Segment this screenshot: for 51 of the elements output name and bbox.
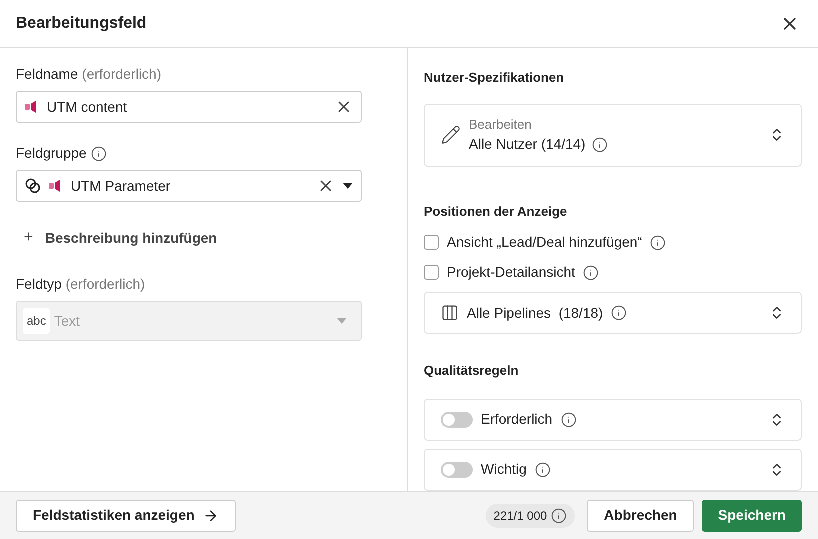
pipeline-select[interactable]: Alle Pipelines (18/18) [424, 292, 802, 334]
permission-select[interactable]: Bearbeiten Alle Nutzer (14/14) [424, 104, 802, 166]
field-label: Feldgruppe [16, 144, 87, 163]
info-icon [611, 305, 628, 321]
info-icon [650, 234, 666, 250]
info-icon [534, 462, 551, 478]
save-button[interactable]: Speichern [702, 500, 802, 532]
cancel-button[interactable]: Abbrechen [587, 500, 694, 532]
section-heading: Positionen der Anzeige [424, 202, 568, 221]
field-name-input[interactable]: UTM content [16, 91, 362, 123]
pencil-icon [441, 125, 461, 145]
select-value: Alle Pipelines (18/18) [467, 304, 604, 323]
rule-label: Erforderlich [481, 410, 553, 429]
info-icon [90, 146, 107, 162]
section-heading: Qualitätsregeln [424, 362, 520, 380]
rule-row[interactable]: Erforderlich [424, 398, 802, 440]
field-label: Feldname [16, 66, 78, 82]
type-badge: abc [23, 308, 50, 334]
info-icon [592, 136, 608, 153]
select-caption: Bearbeiten [469, 116, 533, 134]
info-icon [551, 508, 568, 524]
caret-icon [343, 183, 353, 189]
select-value: Alle Nutzer (14/14) [469, 135, 586, 154]
field-group-select[interactable]: UTM Parameter [16, 170, 362, 202]
required-hint: (erforderlich) [66, 276, 146, 292]
info-icon [583, 264, 600, 280]
toggle-switch[interactable] [441, 412, 473, 428]
window-title: Bearbeitungsfeld [16, 14, 147, 34]
checkbox-label: Projekt-Detailansicht [447, 263, 576, 282]
field-statistics-button[interactable]: Feldstatistiken anzeigen [16, 500, 236, 532]
section-heading: Nutzer-Spezifikationen [424, 69, 566, 87]
input-value: UTM content [47, 98, 128, 116]
megaphone-icon [49, 180, 63, 192]
toggle-switch[interactable] [441, 462, 473, 478]
required-hint: (erforderlich) [82, 66, 162, 82]
counter-text: 221/1 000 [494, 508, 548, 524]
megaphone-icon [25, 101, 39, 113]
select-value: Text [54, 312, 82, 330]
select-value: UTM Parameter [71, 176, 172, 196]
circles-icon [25, 178, 41, 194]
add-description-button[interactable]: + Beschreibung hinzufügen [24, 226, 218, 250]
field-label: Feldtyp [16, 276, 62, 292]
board-icon [441, 304, 459, 322]
caret-icon [337, 318, 347, 324]
checkbox[interactable] [424, 265, 439, 280]
plus-icon: + [24, 226, 34, 250]
arrow-right-icon [202, 508, 219, 524]
rule-label: Wichtig [481, 460, 527, 479]
checkbox-label: Ansicht „Lead/Deal hinzufügen“ [447, 233, 642, 252]
info-icon [560, 412, 577, 428]
checkbox[interactable] [424, 235, 439, 250]
